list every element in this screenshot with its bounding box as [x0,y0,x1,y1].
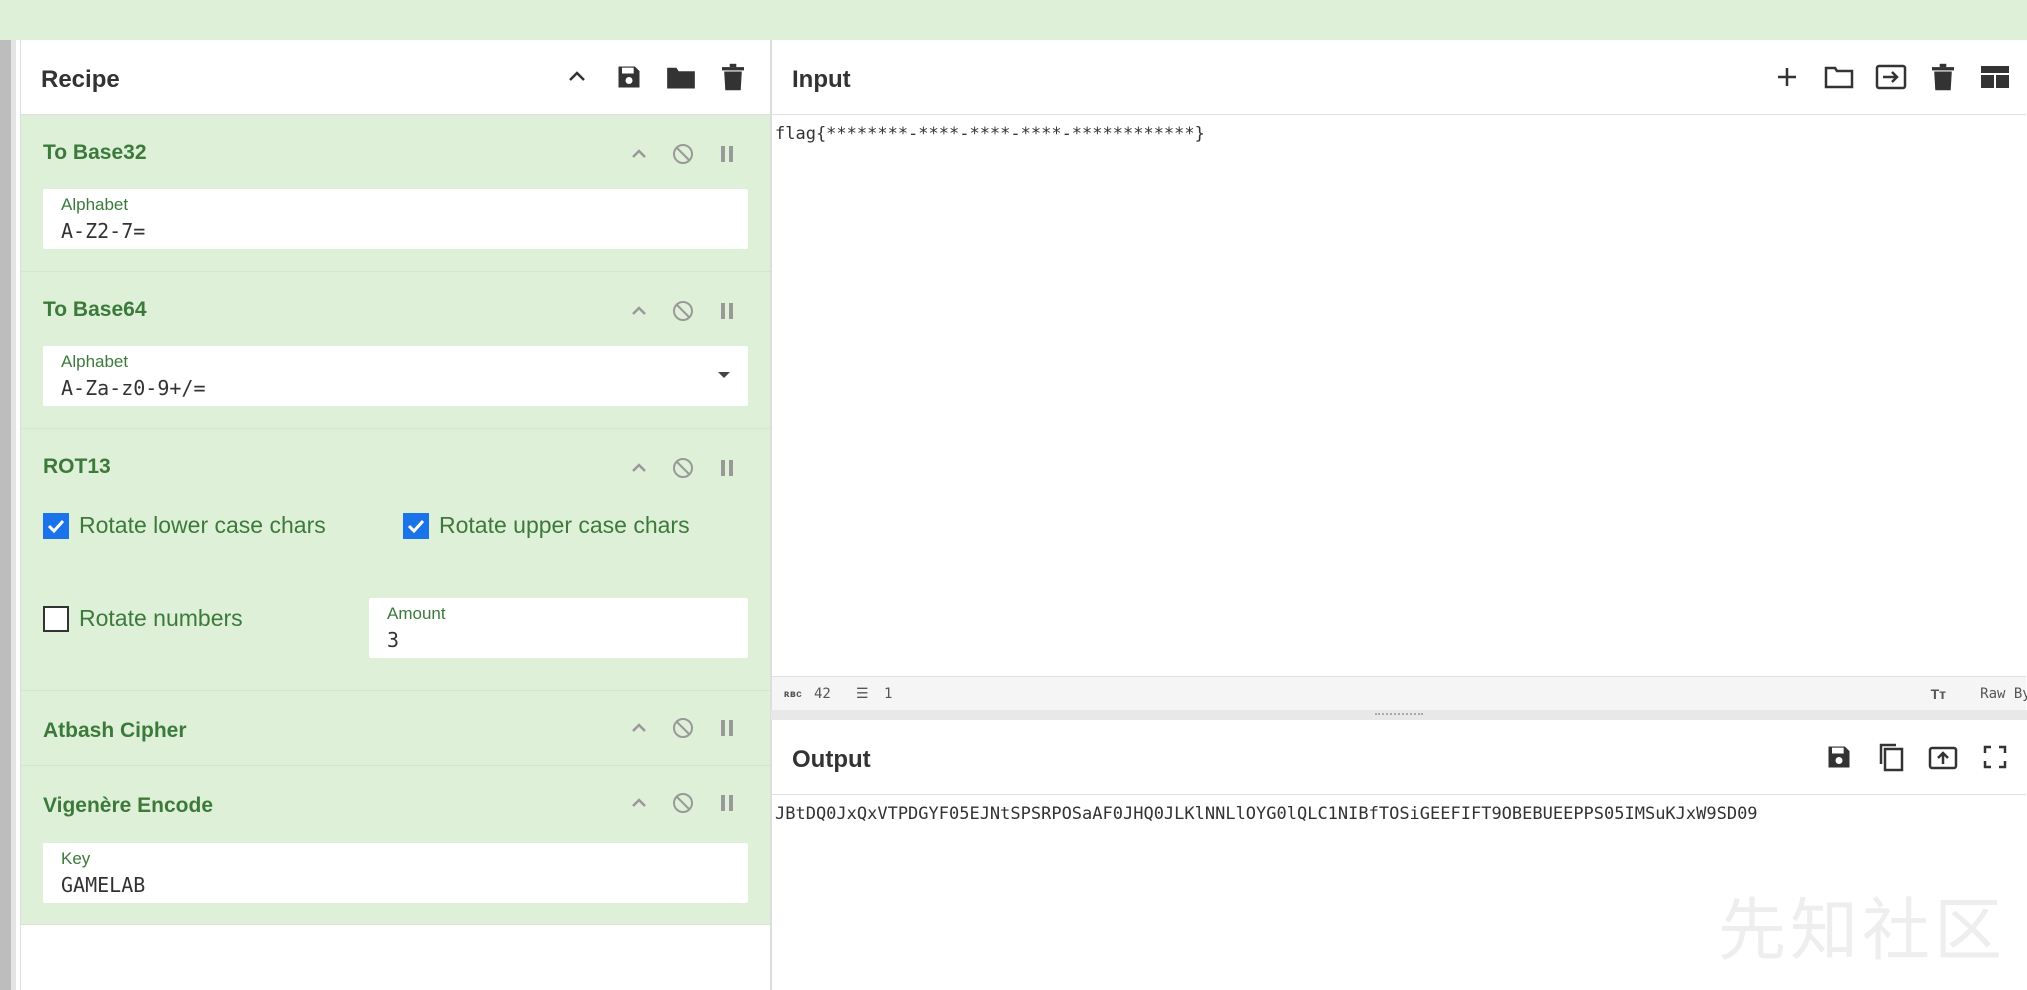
disable-icon[interactable] [672,792,694,814]
rotate-numbers-checkbox[interactable] [43,605,69,632]
output-header: Output [772,720,2026,795]
field-label: Amount [387,604,446,623]
recipe-toolbar [560,60,750,94]
field-label: Alphabet [61,352,129,371]
output-panel: Output JBtDQ0JxQxVTPDGYF05EJNtSPSRPOSaAF… [771,720,2026,990]
field-label: Key [61,849,91,868]
recipe-operations-list: To Base32 Alphabet A-Z2-7= To Base64 Alp… [21,115,770,925]
scrollbar-thumb[interactable] [0,40,11,990]
rotate-lower-checkbox[interactable] [43,512,69,539]
operation-controls [628,792,738,814]
rotate-upper-checkbox[interactable] [403,512,429,539]
operation-rot13[interactable]: ROT13 Rotate lower case chars Rotate upp… [21,429,770,691]
input-title: Input [792,66,851,93]
chevron-up-icon[interactable] [628,792,650,814]
line-count: 1 [884,686,893,702]
operation-controls [628,717,738,739]
chevron-up-icon[interactable] [628,300,650,322]
rotate-upper-label: Rotate upper case chars [439,512,690,538]
clear-input-trash-icon[interactable] [1926,60,1960,94]
operation-title: To Base32 [43,141,147,164]
field-value[interactable]: GAMELAB [61,873,145,897]
dropdown-caret-icon[interactable] [718,372,730,378]
operation-vigenere-encode[interactable]: Vigenère Encode Key GAMELAB [21,766,770,925]
operation-title: Atbash Cipher [43,719,187,742]
char-count-icon: ʀʙᴄ [784,689,803,700]
pane-resize-handle[interactable] [771,710,2027,720]
amount-field[interactable]: Amount 3 [369,598,748,658]
add-tab-plus-icon[interactable] [1770,60,1804,94]
load-recipe-folder-icon[interactable] [664,60,698,94]
input-toolbar [1770,60,2012,94]
operation-title: ROT13 [43,455,111,478]
disable-icon[interactable] [672,300,694,322]
operation-title: Vigenère Encode [43,794,214,817]
output-title: Output [792,746,871,773]
operation-controls [628,457,738,479]
open-file-folder-icon[interactable] [1822,60,1856,94]
input-statusbar: ʀʙᴄ 42 ☰ 1 Tт Raw Bytes [772,676,2027,711]
field-value[interactable]: A-Za-z0-9+/= [61,376,206,400]
rotate-lower-option[interactable]: Rotate lower case chars [43,512,326,539]
operation-controls [628,143,738,165]
output-text[interactable]: JBtDQ0JxQxVTPDGYF05EJNtSPSRPOSaAF0JHQ0JL… [775,804,1758,824]
pause-icon[interactable] [716,717,738,739]
chevron-up-icon[interactable] [628,457,650,479]
alphabet-select[interactable]: Alphabet A-Za-z0-9+/= [43,346,748,406]
open-folder-import-icon[interactable] [1874,60,1908,94]
output-toolbar [1822,740,2012,774]
input-header: Input [772,40,2026,115]
encoding-icon[interactable]: Tт [1931,686,1946,702]
disable-icon[interactable] [672,717,694,739]
pause-icon[interactable] [716,143,738,165]
operation-controls [628,300,738,322]
chevron-up-icon[interactable] [628,717,650,739]
recipe-header: Recipe [21,40,770,115]
save-output-icon[interactable] [1822,740,1856,774]
disable-icon[interactable] [672,143,694,165]
operation-to-base64[interactable]: To Base64 Alphabet A-Za-z0-9+/= [21,272,770,429]
save-recipe-icon[interactable] [612,60,646,94]
operation-to-base32[interactable]: To Base32 Alphabet A-Z2-7= [21,115,770,272]
top-banner [0,0,2027,40]
line-count-icon: ☰ [856,686,869,702]
operation-atbash-cipher[interactable]: Atbash Cipher [21,691,770,766]
pause-icon[interactable] [716,300,738,322]
field-value[interactable]: 3 [387,628,399,652]
field-value[interactable]: A-Z2-7= [61,219,145,243]
pause-icon[interactable] [716,457,738,479]
field-label: Alphabet [61,195,129,214]
rotate-lower-label: Rotate lower case chars [79,512,326,538]
collapse-all-icon[interactable] [560,60,594,94]
chevron-up-icon[interactable] [628,143,650,165]
maximise-output-icon[interactable] [1978,740,2012,774]
watermark: 先知社区 [1717,892,2006,971]
pause-icon[interactable] [716,792,738,814]
rotate-numbers-option[interactable]: Rotate numbers [43,605,243,632]
encoding-label[interactable]: Raw Bytes [1980,686,2027,702]
char-count: 42 [814,686,831,702]
input-panel: Input flag{********-****-****-****-*****… [771,40,2027,711]
input-textarea[interactable]: flag{********-****-****-****-***********… [775,124,1205,144]
clear-recipe-trash-icon[interactable] [716,60,750,94]
disable-icon[interactable] [672,457,694,479]
rotate-upper-option[interactable]: Rotate upper case chars [403,512,690,539]
left-scroll-strip[interactable] [0,40,16,990]
copy-output-icon[interactable] [1874,740,1908,774]
recipe-title: Recipe [41,66,120,93]
replace-input-icon[interactable] [1926,740,1960,774]
alphabet-field[interactable]: Alphabet A-Z2-7= [43,189,748,249]
reset-layout-icon[interactable] [1978,60,2012,94]
operation-title: To Base64 [43,298,147,321]
recipe-panel: Recipe To Base32 Alphabet A-Z2-7= To Bas… [20,40,771,990]
key-field[interactable]: Key GAMELAB [43,843,748,903]
rotate-numbers-label: Rotate numbers [79,605,243,631]
resize-grip-icon[interactable] [1375,713,1423,719]
